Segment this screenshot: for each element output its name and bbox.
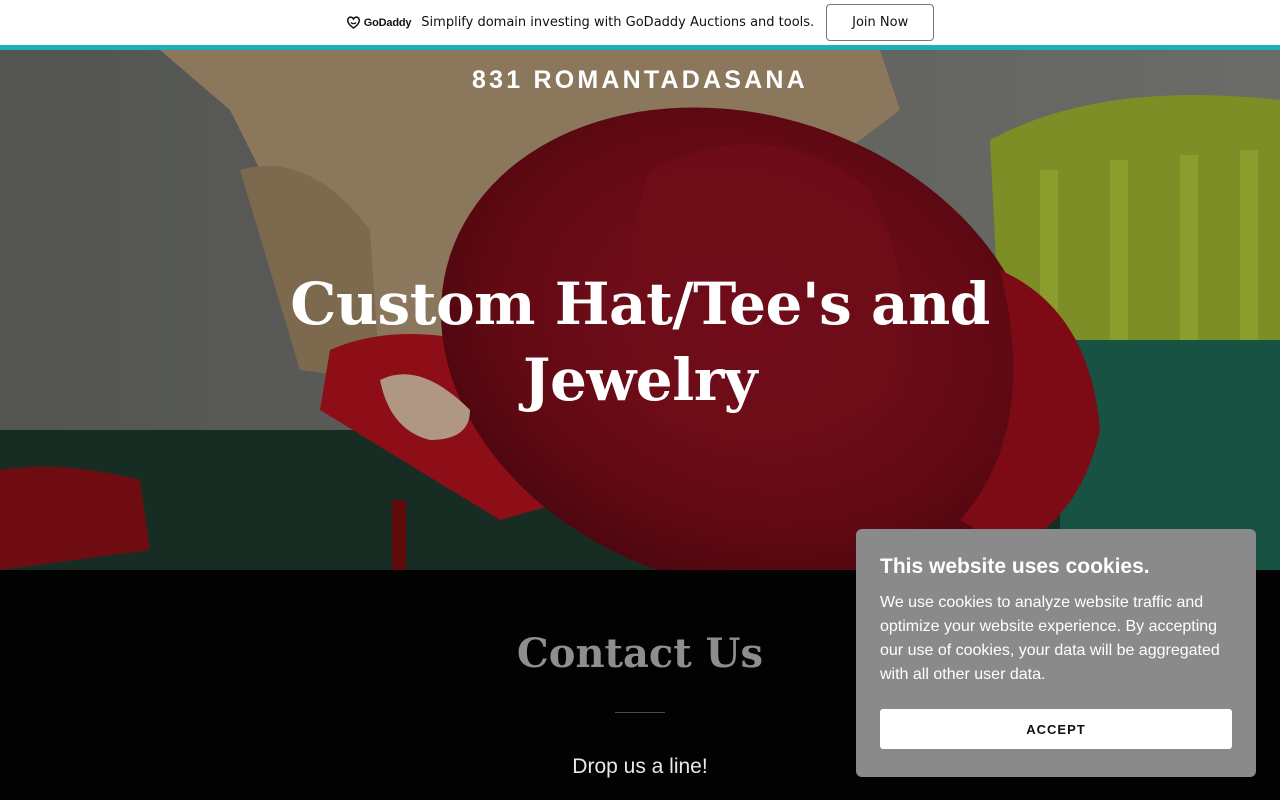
godaddy-logo[interactable]: GoDaddy xyxy=(346,16,412,29)
godaddy-icon xyxy=(346,16,360,29)
godaddy-logo-text: GoDaddy xyxy=(363,16,412,29)
promo-message: Simplify domain investing with GoDaddy A… xyxy=(421,15,815,30)
join-now-button[interactable]: Join Now xyxy=(826,4,935,41)
accept-cookies-button[interactable]: ACCEPT xyxy=(880,709,1232,749)
promo-content: GoDaddy Simplify domain investing with G… xyxy=(346,4,935,41)
hero-section: 831 ROMANTADASANA Custom Hat/Tee's and J… xyxy=(0,50,1280,570)
contact-divider xyxy=(615,712,665,713)
site-name[interactable]: 831 ROMANTADASANA xyxy=(0,66,1280,95)
cookie-message: We use cookies to analyze website traffi… xyxy=(880,594,1220,683)
cookie-title: This website uses cookies. xyxy=(880,555,1150,578)
hero-title: Custom Hat/Tee's and Jewelry xyxy=(290,270,990,414)
promo-banner: GoDaddy Simplify domain investing with G… xyxy=(0,0,1280,45)
cookie-banner: This website uses cookies. We use cookie… xyxy=(856,529,1256,777)
